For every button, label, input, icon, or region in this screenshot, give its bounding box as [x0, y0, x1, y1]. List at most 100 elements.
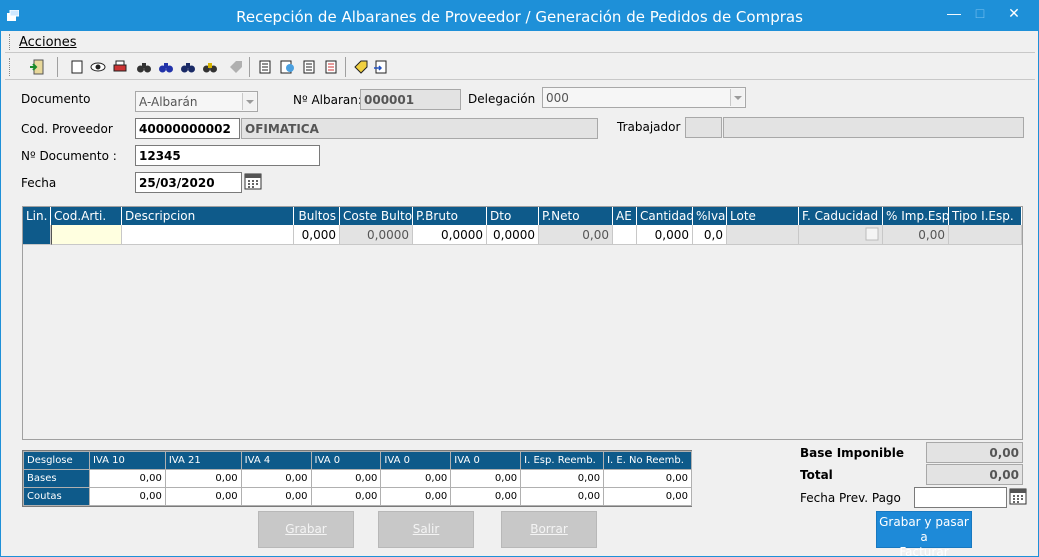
cuotas-label: Coutas — [23, 487, 90, 506]
cell-iva[interactable]: 0,0 — [693, 225, 727, 245]
fecha-prev-pago-input[interactable] — [914, 487, 1007, 508]
delegacion-select[interactable]: 000 — [542, 87, 746, 108]
search-binoculars-yellow-icon[interactable] — [200, 57, 220, 77]
tax-breakdown-table: Desglose IVA 10 IVA 21 IVA 4 IVA 0 IVA 0… — [22, 450, 692, 507]
tax-header: IVA 21 — [164, 451, 242, 470]
tag-edit-icon[interactable] — [351, 57, 371, 77]
new-document-icon[interactable] — [67, 57, 87, 77]
cuota-value: 0,00 — [520, 487, 605, 506]
cell-dto[interactable]: 0,0000 — [487, 225, 539, 245]
documento-select[interactable]: A-Albarán — [135, 91, 258, 112]
lines-grid[interactable]: Lin. Cod.Arti. Descripcion Bultos Coste … — [22, 206, 1023, 440]
base-value: 0,00 — [310, 469, 382, 488]
bases-row: Bases 0,00 0,00 0,00 0,00 0,00 0,00 0,00… — [23, 469, 692, 488]
base-value: 0,00 — [380, 469, 452, 488]
total-label: Total — [800, 468, 833, 482]
cuota-value: 0,00 — [240, 487, 312, 506]
cuota-value: 0,00 — [164, 487, 242, 506]
trabajador-label: Trabajador — [617, 120, 681, 134]
cell-descripcion[interactable] — [122, 225, 294, 245]
grabar-facturar-line1: Grabar y pasar a — [879, 515, 969, 544]
cod-proveedor-label: Cod. Proveedor — [21, 122, 113, 136]
calendar-icon[interactable] — [1009, 487, 1027, 505]
cell-lin[interactable] — [23, 225, 51, 245]
calendar-icon[interactable] — [865, 227, 879, 241]
tax-header-row: Desglose IVA 10 IVA 21 IVA 4 IVA 0 IVA 0… — [23, 451, 692, 470]
trabajador-code-field[interactable] — [685, 117, 722, 138]
document-red-icon[interactable] — [321, 57, 341, 77]
cod-proveedor-input[interactable]: 40000000002 — [135, 118, 240, 139]
view-icon[interactable] — [88, 57, 108, 77]
menu-acciones[interactable]: Acciones — [19, 35, 77, 50]
fecha-input[interactable]: 25/03/2020 — [135, 172, 242, 193]
grabar-button[interactable]: Grabar — [258, 511, 354, 548]
document-copy-icon[interactable] — [299, 57, 319, 77]
exit-icon[interactable] — [27, 57, 47, 77]
close-button[interactable]: ✕ — [999, 4, 1029, 24]
fecha-label: Fecha — [21, 176, 57, 190]
chevron-down-icon — [242, 93, 256, 110]
col-bultos: Bultos — [294, 207, 340, 225]
search-binoculars-icon[interactable] — [134, 57, 154, 77]
menu-grip — [9, 34, 12, 50]
search-binoculars-blue-icon[interactable] — [156, 57, 176, 77]
cell-tipo-iesp — [949, 225, 1022, 245]
cell-lote — [727, 225, 799, 245]
col-f-caducidad: F. Caducidad — [799, 207, 883, 225]
print-icon[interactable] — [110, 57, 130, 77]
cell-p-bruto[interactable]: 0,0000 — [413, 225, 487, 245]
n-albaran-field: 000001 — [360, 89, 461, 110]
cell-bultos[interactable]: 0,000 — [294, 225, 340, 245]
cuota-value: 0,00 — [603, 487, 692, 506]
base-value: 0,00 — [88, 469, 166, 488]
tax-header: Desglose — [23, 451, 90, 470]
documento-value: A-Albarán — [139, 95, 198, 109]
delegacion-value: 000 — [546, 91, 569, 105]
tax-header: I. E. No Reemb. — [603, 451, 692, 470]
n-documento-input[interactable]: 12345 — [135, 145, 320, 166]
bases-label: Bases — [23, 469, 90, 488]
cuota-value: 0,00 — [310, 487, 382, 506]
toolbar-separator — [57, 57, 58, 77]
cell-cod-arti[interactable] — [51, 225, 122, 245]
borrar-button[interactable]: Borrar — [501, 511, 597, 548]
documento-label: Documento — [21, 92, 91, 106]
cell-ae[interactable] — [613, 225, 637, 245]
title-bar: Recepción de Albaranes de Proveedor / Ge… — [1, 1, 1038, 31]
cell-cantidad[interactable]: 0,000 — [637, 225, 693, 245]
toolbar-separator — [345, 57, 346, 77]
cell-f-caducidad — [799, 225, 883, 245]
grabar-facturar-button[interactable]: Grabar y pasar a Facturar — [876, 511, 972, 556]
col-p-bruto: P.Bruto — [413, 207, 487, 225]
tax-header: I. Esp. Reemb. — [520, 451, 605, 470]
col-tipo-iesp: Tipo I.Esp. — [949, 207, 1022, 225]
toolbar-grip — [9, 58, 12, 76]
delegacion-label: Delegación — [468, 92, 536, 106]
grabar-facturar-line2: Facturar — [899, 545, 949, 557]
toolbar-separator — [249, 57, 250, 77]
proveedor-nombre-field: OFIMATICA — [241, 118, 598, 139]
n-documento-label: Nº Documento : — [21, 149, 117, 163]
col-iva: %Iva — [693, 207, 727, 225]
calendar-icon[interactable] — [244, 172, 262, 190]
tax-header: IVA 10 — [88, 451, 166, 470]
document-link-icon[interactable] — [277, 57, 297, 77]
cuota-value: 0,00 — [380, 487, 452, 506]
tax-header: IVA 0 — [310, 451, 382, 470]
main-window: Recepción de Albaranes de Proveedor / Ge… — [0, 0, 1039, 557]
search-binoculars-dark-icon[interactable] — [178, 57, 198, 77]
grid-header: Lin. Cod.Arti. Descripcion Bultos Coste … — [23, 207, 1022, 225]
col-p-neto: P.Neto — [539, 207, 613, 225]
salir-button[interactable]: Salir — [378, 511, 474, 548]
cuota-value: 0,00 — [450, 487, 522, 506]
trabajador-name-field — [723, 117, 1024, 138]
col-lote: Lote — [727, 207, 799, 225]
table-row[interactable]: 0,000 0,0000 0,0000 0,0000 0,00 0,000 0,… — [23, 225, 1022, 245]
cell-p-neto: 0,00 — [539, 225, 613, 245]
document-list-icon[interactable] — [255, 57, 275, 77]
col-dto: Dto — [487, 207, 539, 225]
document-export-icon[interactable] — [371, 57, 391, 77]
cuotas-row: Coutas 0,00 0,00 0,00 0,00 0,00 0,00 0,0… — [23, 487, 692, 506]
maximize-button[interactable]: □ — [965, 4, 995, 24]
tax-header: IVA 4 — [240, 451, 312, 470]
